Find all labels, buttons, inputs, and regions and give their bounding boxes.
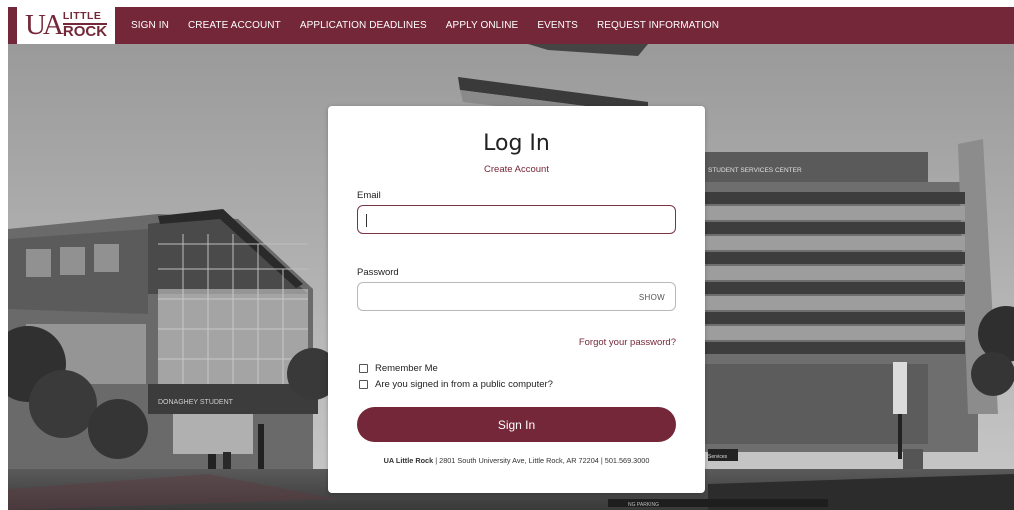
page-frame: UA LITTLE ROCK SIGN IN CREATE ACCOUNT AP…	[8, 7, 1014, 510]
login-card: Log In Create Account Email Password SHO…	[328, 106, 705, 493]
sign-in-button[interactable]: Sign In	[357, 407, 676, 442]
show-password-button[interactable]: SHOW	[639, 293, 665, 302]
logo-little-rock: LITTLE ROCK	[62, 11, 108, 40]
top-nav: UA LITTLE ROCK SIGN IN CREATE ACCOUNT AP…	[8, 7, 1014, 44]
password-label: Password	[357, 267, 399, 278]
nav-request-information[interactable]: REQUEST INFORMATION	[597, 20, 719, 31]
remember-me-label: Remember Me	[375, 363, 438, 374]
text-caret	[366, 214, 367, 227]
forgot-password-link[interactable]: Forgot your password?	[579, 337, 676, 348]
footer-org-name: UA Little Rock	[383, 456, 434, 465]
create-account-link[interactable]: Create Account	[328, 164, 705, 175]
logo-ua-text: UA	[24, 9, 64, 41]
public-computer-label: Are you signed in from a public computer…	[375, 379, 553, 390]
nav-sign-in[interactable]: SIGN IN	[131, 20, 169, 31]
services-sign-text: Services	[708, 454, 728, 460]
nav-apply-online[interactable]: APPLY ONLINE	[446, 20, 519, 31]
parking-sign-text: NG PARKING	[628, 502, 659, 508]
left-building-sign-text: DONAGHEY STUDENT	[158, 399, 234, 406]
public-computer-row: Are you signed in from a public computer…	[359, 379, 553, 390]
logo-line-2: ROCK	[62, 22, 108, 40]
ua-little-rock-logo[interactable]: UA LITTLE ROCK	[17, 7, 115, 44]
nav-menu: SIGN IN CREATE ACCOUNT APPLICATION DEADL…	[131, 20, 738, 31]
building-sign-text: STUDENT SERVICES CENTER	[708, 167, 802, 174]
nav-application-deadlines[interactable]: APPLICATION DEADLINES	[300, 20, 427, 31]
remember-me-row: Remember Me	[359, 363, 438, 374]
email-field[interactable]	[357, 205, 676, 234]
login-title: Log In	[483, 131, 550, 156]
password-field[interactable]: SHOW	[357, 282, 676, 311]
footer-address: UA Little Rock | 2801 South University A…	[328, 456, 705, 465]
public-computer-checkbox[interactable]	[359, 380, 368, 389]
footer-address-text: | 2801 South University Ave, Little Rock…	[433, 456, 650, 465]
nav-events[interactable]: EVENTS	[537, 20, 578, 31]
remember-me-checkbox[interactable]	[359, 364, 368, 373]
email-label: Email	[357, 190, 381, 201]
nav-create-account[interactable]: CREATE ACCOUNT	[188, 20, 281, 31]
